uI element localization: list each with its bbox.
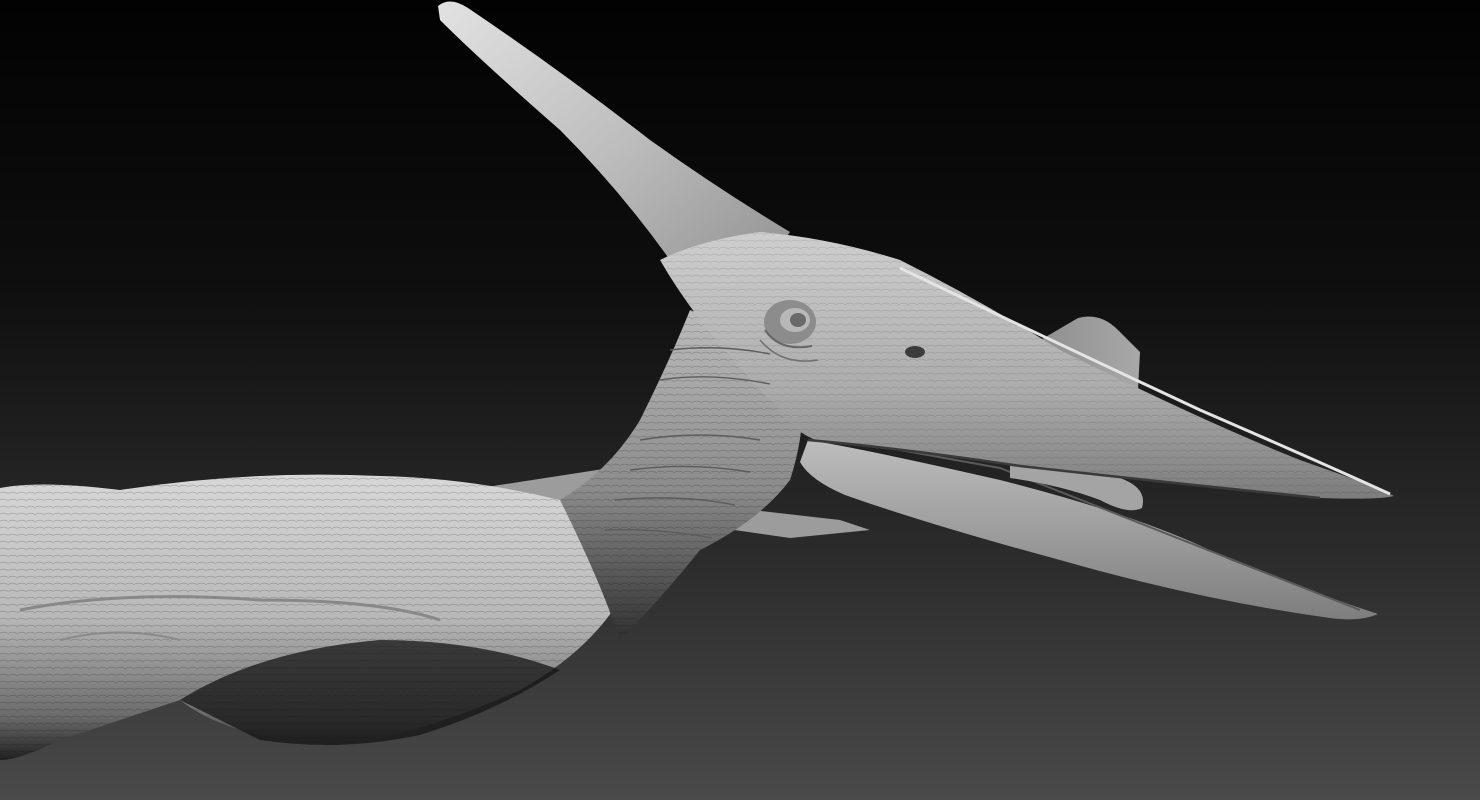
sculpt-render: [0, 0, 1480, 800]
eye-pupil: [790, 313, 806, 327]
nostril: [905, 346, 925, 358]
sculpt-viewport[interactable]: [0, 0, 1480, 800]
